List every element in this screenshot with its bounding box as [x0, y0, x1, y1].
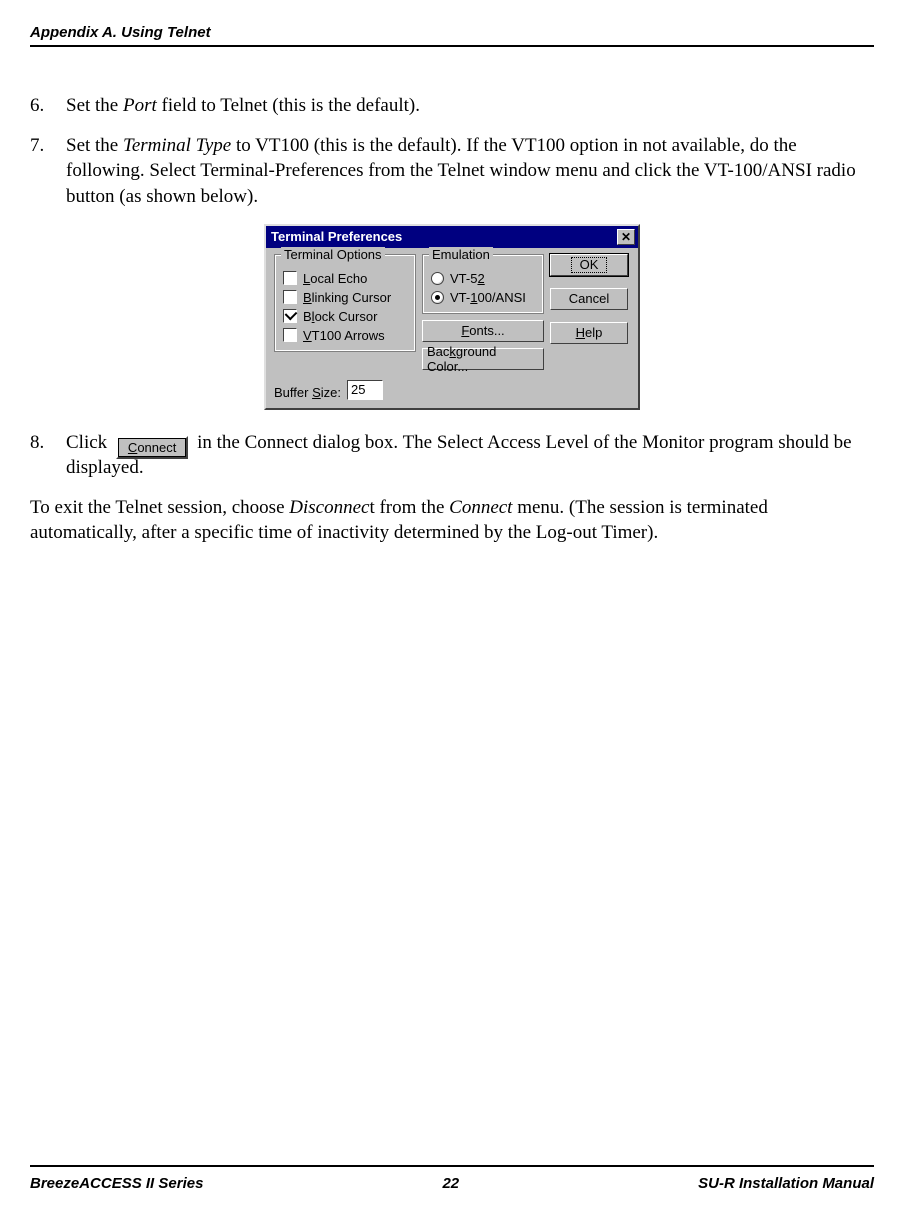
closing-ital2: Connect: [449, 497, 512, 518]
vt100ansi-row[interactable]: VT-100/ANSI: [431, 288, 535, 307]
step-6: 6. Set the Port field to Telnet (this is…: [30, 93, 874, 119]
figure-terminal-preferences: Terminal Preferences ✕ Terminal Options …: [30, 224, 874, 410]
help-button[interactable]: Help: [550, 322, 628, 344]
emulation-label: Emulation: [429, 247, 493, 262]
emulation-group: Emulation VT-52 VT-100/ANSI: [422, 254, 544, 314]
side-buttons-column: OK Cancel Help: [550, 254, 628, 370]
closing-ital1: Disconnec: [289, 497, 369, 518]
step-8-pre: Click: [66, 432, 112, 453]
closing-paragraph: To exit the Telnet session, choose Disco…: [30, 495, 874, 546]
closing-pre: To exit the Telnet session, choose: [30, 497, 289, 518]
step-6-text: Set the Port field to Telnet (this is th…: [66, 93, 874, 119]
background-color-button[interactable]: Background Color...: [422, 348, 544, 370]
terminal-preferences-dialog: Terminal Preferences ✕ Terminal Options …: [264, 224, 640, 410]
step-6-ital: Port: [123, 95, 157, 116]
dialog-titlebar: Terminal Preferences ✕: [266, 226, 638, 248]
step-7: 7. Set the Terminal Type to VT100 (this …: [30, 133, 874, 210]
step-6-post: field to Telnet (this is the default).: [157, 95, 420, 116]
dialog-body: Terminal Options Local Echo Blinking Cur…: [266, 248, 638, 380]
step-6-number: 6.: [30, 93, 66, 119]
fonts-button-label: Fonts...: [461, 323, 504, 338]
terminal-options-label: Terminal Options: [281, 247, 385, 262]
buffer-size-input[interactable]: [347, 380, 383, 400]
cancel-button[interactable]: Cancel: [550, 288, 628, 310]
step-8-text: Click Connect in the Connect dialog box.…: [66, 430, 874, 481]
dialog-title: Terminal Preferences: [271, 229, 402, 244]
block-cursor-row[interactable]: Block Cursor: [283, 307, 407, 326]
connect-button[interactable]: Connect: [116, 436, 188, 459]
footer-center: 22: [442, 1175, 459, 1192]
footer-right: SU-R Installation Manual: [698, 1175, 874, 1192]
vt100ansi-radio[interactable]: [431, 291, 444, 304]
blinking-cursor-checkbox[interactable]: [283, 290, 297, 304]
vt100-arrows-label: VT100 Arrows: [303, 328, 385, 343]
vt100ansi-label: VT-100/ANSI: [450, 290, 526, 305]
terminal-options-group: Terminal Options Local Echo Blinking Cur…: [274, 254, 416, 352]
closing-mid: t from the: [369, 497, 449, 518]
step-6-pre: Set the: [66, 95, 123, 116]
ok-button[interactable]: OK: [550, 254, 628, 276]
buffer-size-row: Buffer Size:: [266, 380, 638, 408]
step-7-pre: Set the: [66, 135, 123, 156]
page-footer: BreezeACCESS II Series 22 SU-R Installat…: [30, 1165, 874, 1192]
help-button-label: Help: [576, 325, 603, 340]
page-header: Appendix A. Using Telnet: [30, 24, 874, 47]
local-echo-row[interactable]: Local Echo: [283, 269, 407, 288]
step-8: 8. Click Connect in the Connect dialog b…: [30, 430, 874, 481]
vt52-label: VT-52: [450, 271, 485, 286]
blinking-cursor-row[interactable]: Blinking Cursor: [283, 288, 407, 307]
cancel-button-label: Cancel: [569, 291, 609, 306]
blinking-cursor-label: Blinking Cursor: [303, 290, 391, 305]
local-echo-label: Local Echo: [303, 271, 367, 286]
vt100-arrows-checkbox[interactable]: [283, 328, 297, 342]
vt100-arrows-row[interactable]: VT100 Arrows: [283, 326, 407, 345]
terminal-options-column: Terminal Options Local Echo Blinking Cur…: [274, 254, 416, 370]
ok-button-label: OK: [571, 257, 608, 273]
step-7-number: 7.: [30, 133, 66, 210]
block-cursor-label: Block Cursor: [303, 309, 377, 324]
local-echo-checkbox[interactable]: [283, 271, 297, 285]
close-icon[interactable]: ✕: [617, 229, 635, 245]
background-color-button-label: Background Color...: [427, 344, 539, 374]
buffer-size-label: Buffer Size:: [274, 385, 341, 400]
step-7-text: Set the Terminal Type to VT100 (this is …: [66, 133, 874, 210]
vt52-row[interactable]: VT-52: [431, 269, 535, 288]
emulation-column: Emulation VT-52 VT-100/ANSI Fonts... Bac…: [422, 254, 544, 370]
step-8-number: 8.: [30, 430, 66, 481]
step-7-ital: Terminal Type: [123, 135, 231, 156]
header-left: Appendix A. Using Telnet: [30, 24, 211, 41]
vt52-radio[interactable]: [431, 272, 444, 285]
connect-button-label: Connect: [128, 439, 176, 457]
footer-left: BreezeACCESS II Series: [30, 1175, 203, 1192]
fonts-button[interactable]: Fonts...: [422, 320, 544, 342]
block-cursor-checkbox[interactable]: [283, 309, 297, 323]
